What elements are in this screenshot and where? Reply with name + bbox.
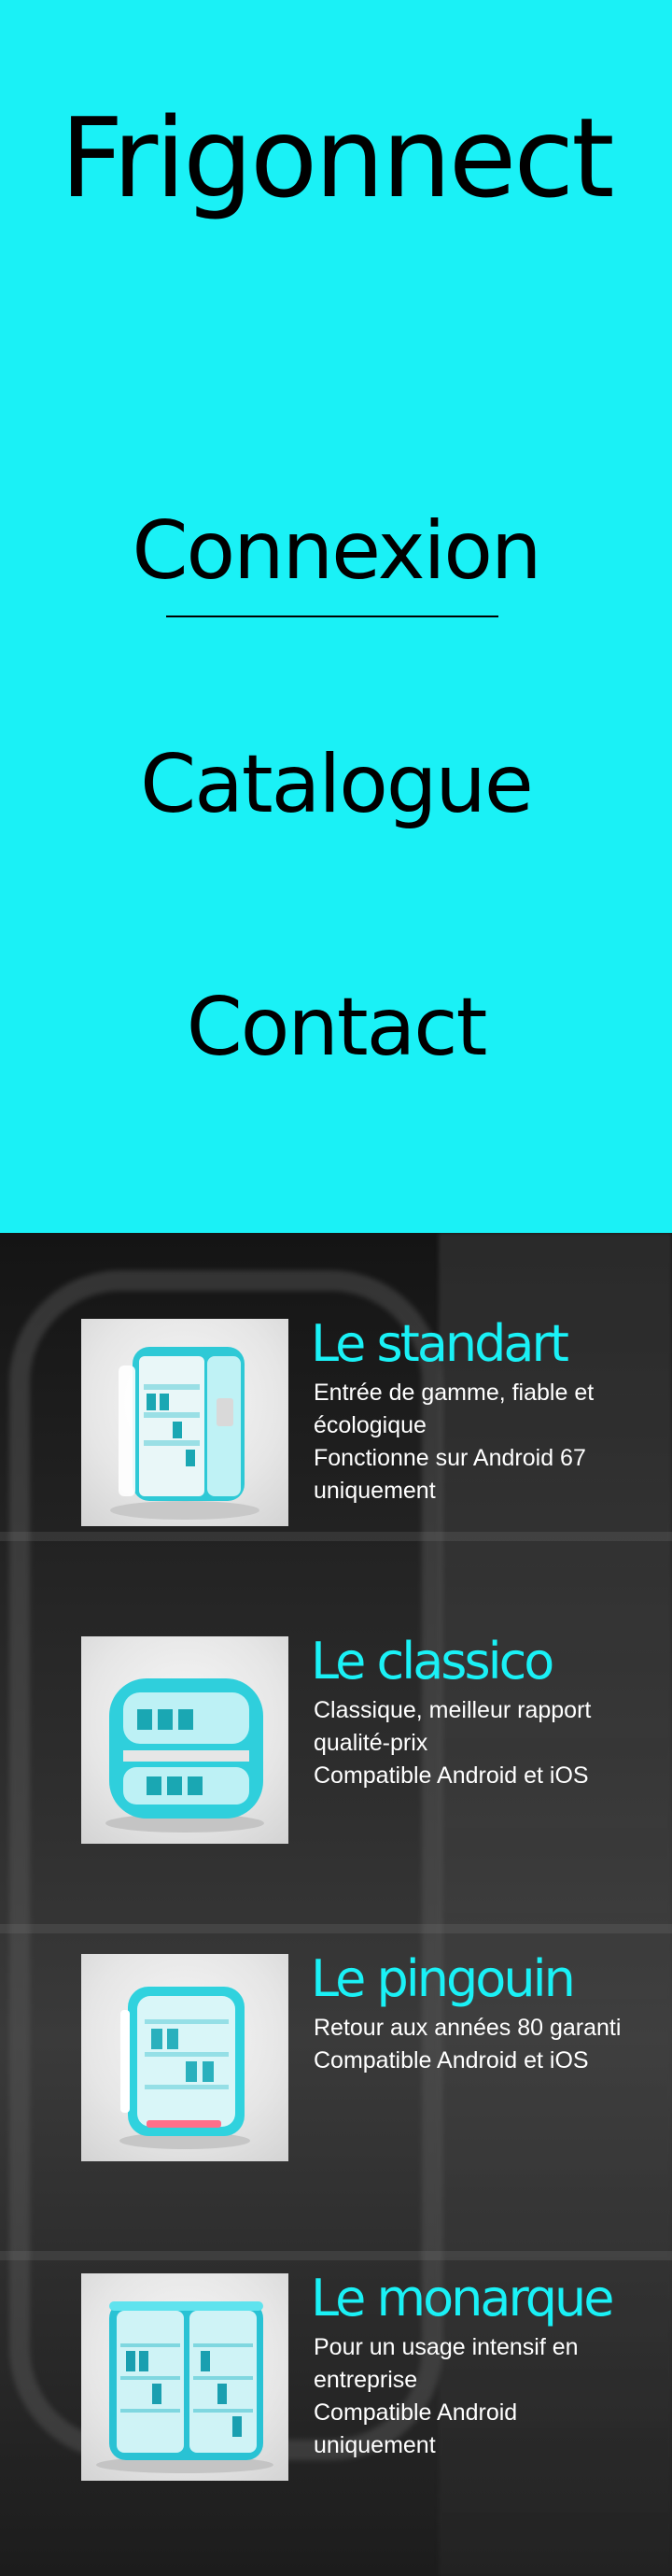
product-description-line: Pour un usage intensif en entreprise — [314, 2334, 579, 2393]
nav-link-contact[interactable]: Contact — [0, 981, 672, 1074]
fridge-monarque-image[interactable] — [81, 2273, 288, 2481]
background-shelf — [0, 2251, 672, 2260]
nav-link-catalogue[interactable]: Catalogue — [0, 738, 672, 831]
fridge-pingouin-image[interactable] — [81, 1954, 288, 2161]
product-name[interactable]: Le classico — [311, 1629, 554, 1694]
product-name[interactable]: Le standart — [311, 1311, 569, 1377]
hero-section: Frigonnect Connexion Catalogue Contact — [0, 0, 672, 1233]
product-description-line: Entrée de gamme, fiable et écologique — [314, 1380, 595, 1438]
active-nav-underline — [166, 616, 498, 617]
product-description-line: Compatible Android et iOS — [314, 2047, 589, 2074]
product-card-standart[interactable]: Le standart Entrée de gamme, fiable et é… — [0, 1314, 672, 1534]
product-description: Retour aux années 80 garanti Compatible … — [314, 2012, 640, 2077]
product-name[interactable]: Le pingouin — [311, 1946, 576, 2012]
product-description: Entrée de gamme, fiable et écologique Fo… — [314, 1377, 640, 1507]
product-description-line: Fonctionne sur Android 67 uniquement — [314, 1445, 586, 1504]
brand-logo[interactable]: Frigonnect — [0, 93, 672, 222]
nav-link-connexion[interactable]: Connexion — [0, 504, 672, 598]
catalog-section: Le standart Entrée de gamme, fiable et é… — [0, 1233, 672, 2576]
product-description: Pour un usage intensif en entreprise Com… — [314, 2331, 640, 2462]
product-card-classico[interactable]: Le classico Classique, meilleur rapport … — [0, 1632, 672, 1851]
product-card-monarque[interactable]: Le monarque Pour un usage intensif en en… — [0, 2269, 672, 2488]
fridge-classico-image[interactable] — [81, 1636, 288, 1844]
product-description: Classique, meilleur rapport qualité-prix… — [314, 1694, 640, 1792]
product-description-line: Classique, meilleur rapport qualité-prix — [314, 1697, 592, 1756]
product-card-pingouin[interactable]: Le pingouin Retour aux années 80 garanti… — [0, 1949, 672, 2169]
product-description-line: Compatible Android uniquement — [314, 2399, 518, 2458]
background-shelf — [0, 1924, 672, 1933]
product-description-line: Compatible Android et iOS — [314, 1762, 589, 1789]
product-description-line: Retour aux années 80 garanti — [314, 2015, 622, 2041]
fridge-standart-image[interactable] — [81, 1319, 288, 1526]
product-name[interactable]: Le monarque — [311, 2266, 614, 2331]
